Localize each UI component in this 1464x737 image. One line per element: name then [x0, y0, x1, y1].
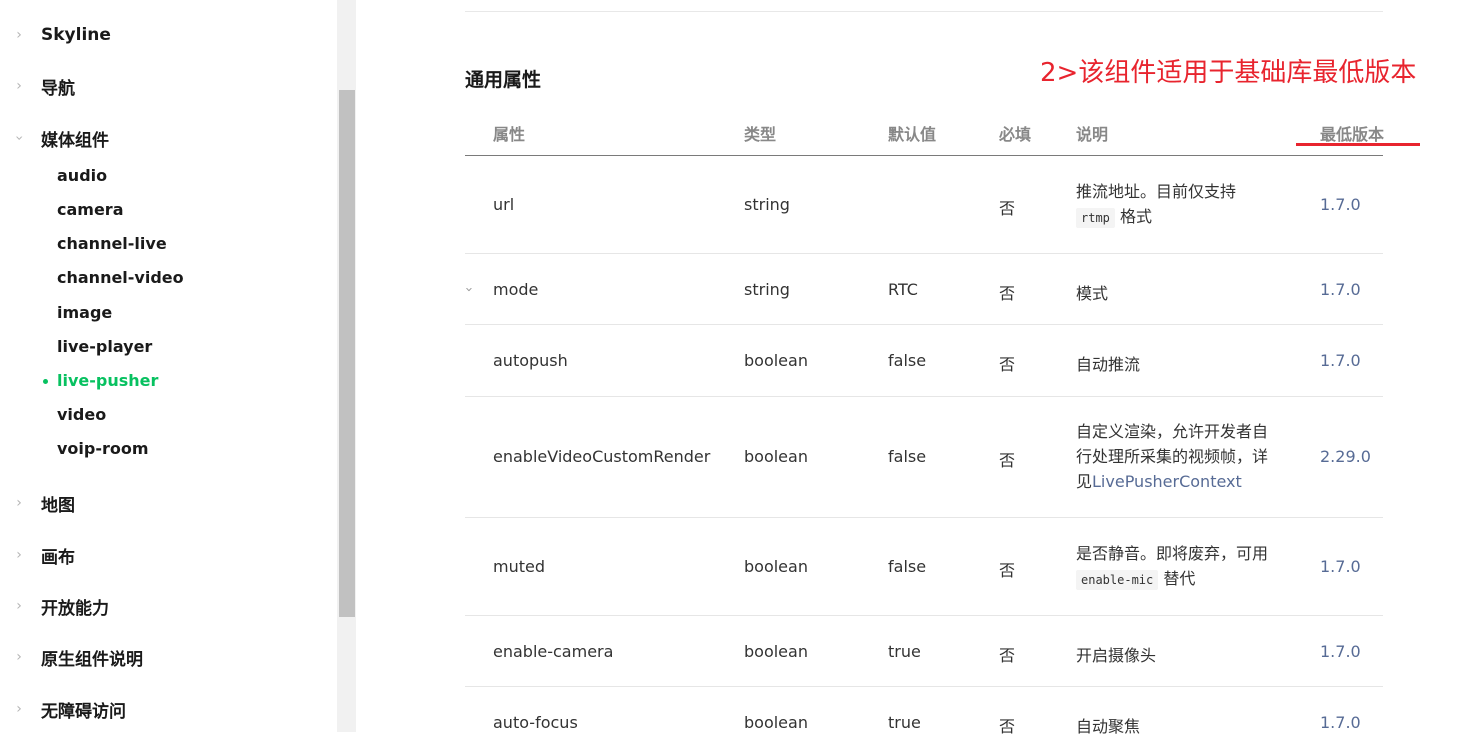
chevron-down-icon: › [11, 135, 27, 141]
attr-required: 否 [999, 646, 1016, 665]
livepushercontext-link[interactable]: LivePusherContext [1092, 472, 1242, 491]
attr-default: false [888, 557, 927, 576]
column-header-min-version: 最低版本 [1320, 125, 1385, 144]
sidebar-group-label: 开放能力 [41, 598, 109, 619]
sidebar-group-label: 媒体组件 [41, 130, 109, 151]
column-header-type: 类型 [744, 125, 777, 144]
attr-type: boolean [744, 557, 808, 576]
desc-text: 推流地址。目前仅支持 [1076, 182, 1237, 201]
sidebar-group-label: Skyline [41, 25, 111, 45]
column-header-required: 必填 [999, 125, 1032, 144]
sidebar-group-label: 导航 [41, 78, 75, 99]
chevron-down-icon[interactable]: › [461, 287, 476, 292]
inline-code: enable-mic [1076, 570, 1159, 590]
attr-required: 否 [999, 199, 1016, 218]
desc-text: 是否静音。即将废弃，可用 [1076, 544, 1269, 563]
attr-required: 否 [999, 717, 1016, 736]
sidebar-item-audio[interactable]: audio [57, 164, 107, 188]
attr-description: 自动聚焦 [1076, 717, 1141, 736]
attr-default: false [888, 447, 927, 466]
sidebar-item-live-pusher[interactable]: live-pusher [57, 369, 158, 393]
column-header-attribute: 属性 [493, 125, 526, 144]
attr-type: boolean [744, 447, 808, 466]
chevron-right-icon: › [16, 495, 22, 511]
sidebar: › Skyline › 导航 › 媒体组件 audio camera chann… [0, 0, 337, 732]
chevron-right-icon: › [16, 27, 22, 43]
attr-description: 推流地址。目前仅支持 rtmp 格式 [1076, 179, 1276, 231]
attr-name: muted [493, 557, 545, 576]
attr-description: 模式 [1076, 284, 1109, 303]
chevron-right-icon: › [16, 649, 22, 665]
attr-required: 否 [999, 284, 1016, 303]
sidebar-item-channel-live[interactable]: channel-live [57, 232, 167, 256]
row-divider [465, 517, 1383, 518]
row-divider [465, 253, 1383, 254]
attr-required: 否 [999, 451, 1016, 470]
sidebar-group-label: 画布 [41, 547, 75, 568]
attr-description: 自定义渲染，允许开发者自 行处理所采集的视频帧，详 见LivePusherCon… [1076, 419, 1286, 494]
attr-version: 1.7.0 [1320, 351, 1361, 370]
attr-default: true [888, 713, 921, 732]
attr-version: 1.7.0 [1320, 642, 1361, 661]
sidebar-item-image[interactable]: image [57, 301, 112, 325]
chevron-right-icon: › [16, 547, 22, 563]
sidebar-group-label: 无障碍访问 [41, 701, 126, 722]
attr-version: 1.7.0 [1320, 713, 1361, 732]
sidebar-group-label: 地图 [41, 495, 75, 516]
desc-line: 自定义渲染，允许开发者自 [1076, 422, 1269, 441]
sidebar-item-video[interactable]: video [57, 403, 106, 427]
attr-default: RTC [888, 280, 918, 299]
chevron-right-icon: › [16, 598, 22, 614]
attr-required: 否 [999, 561, 1016, 580]
attr-required: 否 [999, 355, 1016, 374]
sidebar-item-channel-video[interactable]: channel-video [57, 266, 184, 290]
attr-type: string [744, 195, 790, 214]
attr-description: 自动推流 [1076, 355, 1141, 374]
attr-version: 2.29.0 [1320, 447, 1371, 466]
attr-name: enableVideoCustomRender [493, 447, 711, 466]
section-title: 通用属性 [465, 69, 542, 91]
attr-name[interactable]: mode [493, 280, 538, 299]
desc-text: 格式 [1120, 207, 1153, 226]
divider [465, 11, 1383, 12]
desc-line: 行处理所采集的视频帧，详 [1076, 447, 1269, 466]
inline-code: rtmp [1076, 208, 1115, 228]
desc-line: 见 [1076, 472, 1093, 491]
table-header-divider [465, 155, 1383, 156]
attr-version: 1.7.0 [1320, 195, 1361, 214]
row-divider [465, 396, 1383, 397]
attr-name: auto-focus [493, 713, 578, 732]
attr-type: boolean [744, 713, 808, 732]
column-header-description: 说明 [1076, 125, 1109, 144]
attr-description: 是否静音。即将废弃，可用 enable-mic 替代 [1076, 541, 1276, 593]
sidebar-item-camera[interactable]: camera [57, 198, 124, 222]
attr-default: true [888, 642, 921, 661]
sidebar-item-live-player[interactable]: live-player [57, 335, 152, 359]
chevron-right-icon: › [16, 701, 22, 717]
attr-type: boolean [744, 351, 808, 370]
attr-description: 开启摄像头 [1076, 646, 1157, 665]
chevron-right-icon: › [16, 78, 22, 94]
attr-default: false [888, 351, 927, 370]
attr-type: string [744, 280, 790, 299]
attr-type: boolean [744, 642, 808, 661]
attr-name: enable-camera [493, 642, 614, 661]
sidebar-group-label: 原生组件说明 [41, 649, 143, 670]
row-divider [465, 686, 1383, 687]
row-divider [465, 615, 1383, 616]
attr-name: autopush [493, 351, 568, 370]
sidebar-scrollbar-thumb[interactable] [339, 90, 355, 617]
attr-version: 1.7.0 [1320, 280, 1361, 299]
attr-name: url [493, 195, 515, 214]
desc-text: 替代 [1163, 569, 1196, 588]
row-divider [465, 324, 1383, 325]
annotation-text: 2>该组件适用于基础库最低版本 [1040, 58, 1417, 88]
active-dot-icon [43, 379, 48, 384]
column-header-default: 默认值 [888, 125, 937, 144]
sidebar-item-voip-room[interactable]: voip-room [57, 437, 149, 461]
attr-version: 1.7.0 [1320, 557, 1361, 576]
